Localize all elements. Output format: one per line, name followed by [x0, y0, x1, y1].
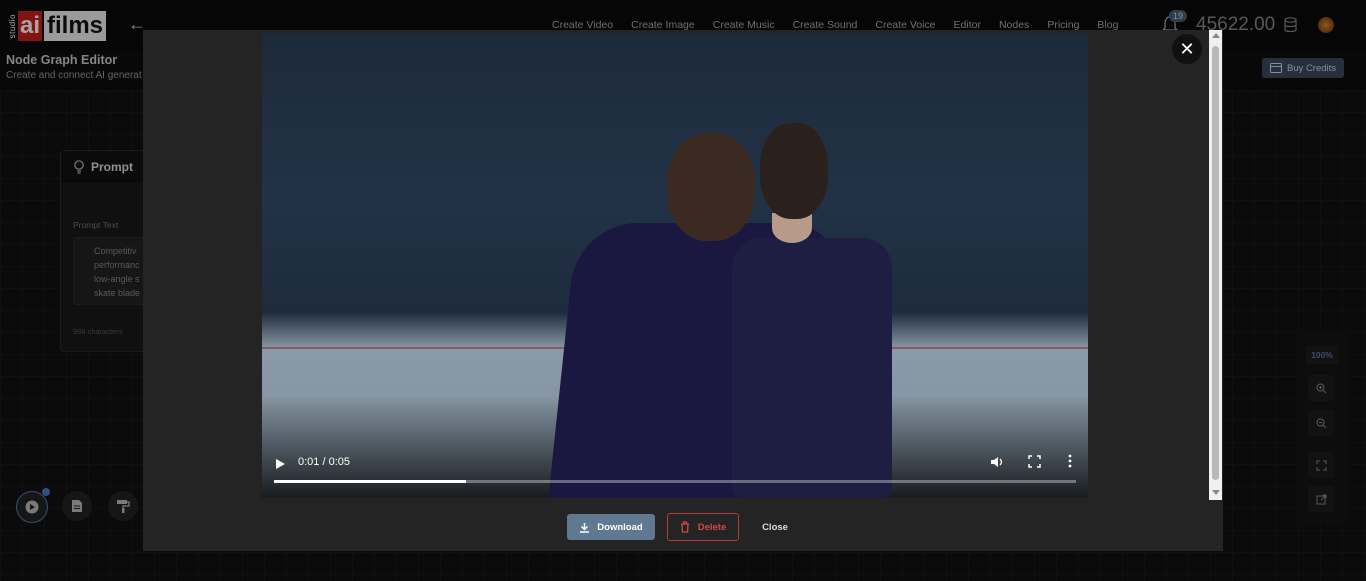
download-icon [580, 522, 590, 533]
close-button[interactable]: Close [753, 514, 797, 540]
video-time: 0:01 / 0:05 [298, 456, 350, 468]
video-progress-fill [274, 480, 467, 483]
scroll-down-icon[interactable] [1212, 490, 1220, 495]
video-player[interactable]: 0:01 / 0:05 [262, 33, 1088, 498]
volume-icon[interactable] [990, 455, 1004, 469]
more-vertical-icon[interactable] [1068, 454, 1072, 468]
scroll-thumb[interactable] [1212, 46, 1219, 480]
video-progress-track[interactable] [274, 480, 1076, 483]
download-button[interactable]: Download [567, 514, 655, 540]
delete-button[interactable]: Delete [667, 513, 739, 541]
scroll-up-icon[interactable] [1212, 33, 1220, 38]
video-preview-modal: 0:01 / 0:05 ✕ Download Delete Close [143, 30, 1223, 551]
fullscreen-icon[interactable] [1028, 455, 1041, 468]
skater-figure [760, 123, 828, 219]
play-icon[interactable] [276, 459, 285, 469]
close-icon[interactable]: ✕ [1172, 34, 1202, 64]
trash-icon [680, 521, 689, 533]
video-controls: 0:01 / 0:05 [262, 451, 1088, 498]
skater-figure [667, 133, 755, 241]
scrollbar[interactable] [1209, 30, 1222, 500]
